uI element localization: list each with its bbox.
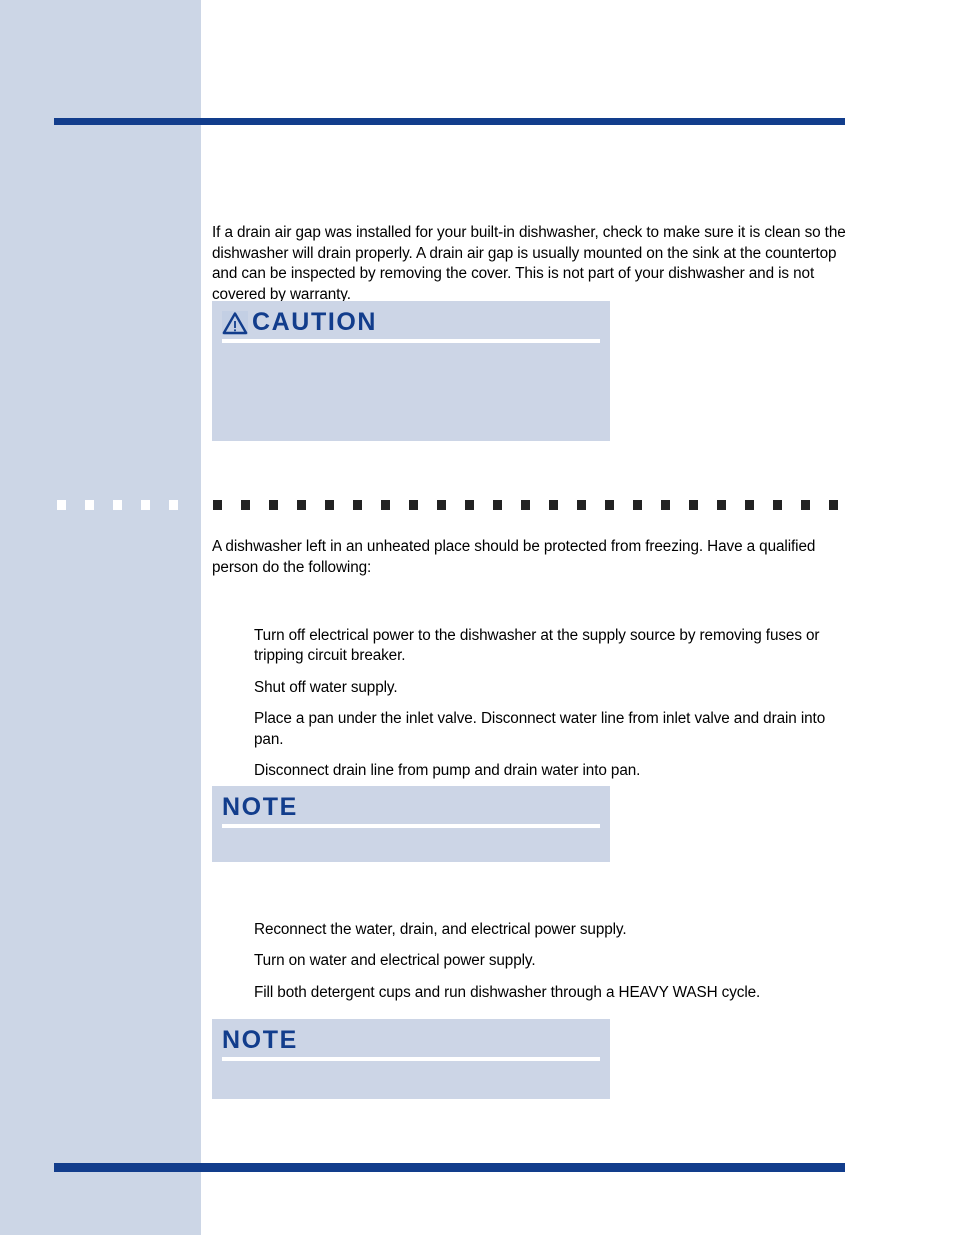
restore-step-list: Reconnect the water, drain, and electric…: [254, 920, 846, 1003]
note-callout-box-1: NOTE: [212, 786, 610, 862]
caution-header: CAUTION: [212, 301, 610, 335]
divider-square: [169, 500, 178, 510]
divider-square: [85, 500, 94, 510]
note-1-body-text: [212, 828, 610, 844]
divider-square: [57, 500, 66, 510]
caution-body-text: [212, 343, 610, 359]
note-1-header: NOTE: [212, 786, 610, 820]
freezing-protection-paragraph: A dishwasher left in an unheated place s…: [212, 538, 816, 576]
note-1-title: NOTE: [222, 793, 298, 821]
air-gap-paragraph: If a drain air gap was installed for you…: [212, 224, 846, 303]
list-item: Turn off electrical power to the dishwas…: [254, 627, 820, 665]
divider-square: [141, 500, 150, 510]
list-item: Disconnect drain line from pump and drai…: [254, 762, 641, 780]
list-item: Shut off water supply.: [254, 678, 398, 696]
note-2-body-text: [212, 1061, 610, 1077]
caution-callout-box: CAUTION: [212, 301, 610, 441]
list-item: Reconnect the water, drain, and electric…: [254, 921, 627, 938]
list-item: Place a pan under the inlet valve. Disco…: [254, 710, 826, 748]
sidebar-color-band: [0, 0, 201, 1235]
note-2-header: NOTE: [212, 1019, 610, 1053]
note-2-title: NOTE: [222, 1026, 298, 1054]
list-item: Fill both detergent cups and run dishwas…: [254, 983, 761, 1001]
divider-square: [113, 500, 122, 510]
content-column: If a drain air gap was installed for you…: [212, 0, 912, 1235]
warning-triangle-icon: [222, 310, 248, 335]
freeze-prep-step-list: Turn off electrical power to the dishwas…: [254, 626, 846, 781]
manual-page: If a drain air gap was installed for you…: [0, 0, 954, 1235]
list-item: Turn on water and electrical power suppl…: [254, 952, 536, 970]
note-callout-box-2: NOTE: [212, 1019, 610, 1099]
caution-title: CAUTION: [252, 308, 378, 336]
